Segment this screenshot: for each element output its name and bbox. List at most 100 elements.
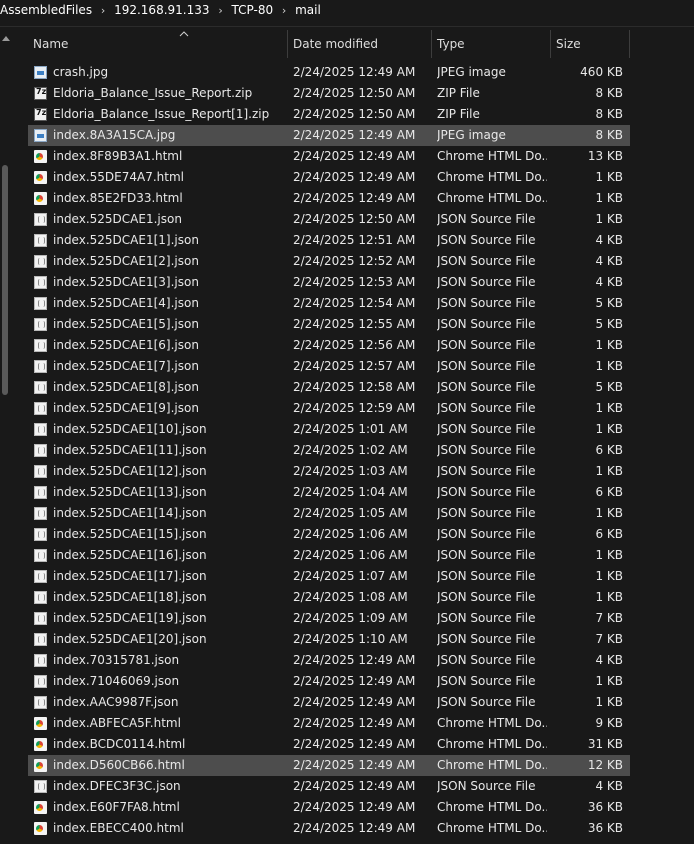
file-row[interactable]: index.525DCAE1[15].json 2/24/2025 1:06 AM… bbox=[28, 524, 630, 545]
file-type: JSON Source File bbox=[437, 506, 536, 520]
file-row[interactable]: index.525DCAE1[10].json 2/24/2025 1:01 AM… bbox=[28, 419, 630, 440]
file-type: JSON Source File bbox=[437, 443, 536, 457]
file-name: index.D560CB66.html bbox=[53, 758, 185, 772]
json-file-icon bbox=[34, 318, 47, 331]
file-type: Chrome HTML Do... bbox=[437, 758, 547, 772]
breadcrumb-item-ip[interactable]: 192.168.91.133 bbox=[114, 3, 209, 17]
json-file-icon bbox=[34, 486, 47, 499]
file-row[interactable]: index.525DCAE1[20].json 2/24/2025 1:10 AM… bbox=[28, 629, 630, 650]
column-header-name[interactable]: Name bbox=[28, 30, 288, 58]
file-row[interactable]: index.DFEC3F3C.json 2/24/2025 12:49 AM JSO… bbox=[28, 776, 630, 797]
file-row[interactable]: index.525DCAE1[17].json 2/24/2025 1:07 AM… bbox=[28, 566, 630, 587]
file-date-modified: 2/24/2025 12:49 AM bbox=[293, 128, 416, 142]
json-file-icon bbox=[34, 339, 47, 352]
file-name: index.525DCAE1[14].json bbox=[53, 506, 207, 520]
scroll-up-arrow-icon[interactable] bbox=[2, 36, 10, 41]
file-name: index.525DCAE1[11].json bbox=[53, 443, 207, 457]
breadcrumb-item-tcp80[interactable]: TCP-80 bbox=[232, 3, 274, 17]
column-header-size[interactable]: Size bbox=[551, 30, 630, 58]
file-row[interactable]: index.BCDC0114.html 2/24/2025 12:49 AM Chr… bbox=[28, 734, 630, 755]
file-name: index.525DCAE1.json bbox=[53, 212, 182, 226]
breadcrumb-chevron-icon[interactable]: › bbox=[92, 4, 114, 17]
file-row[interactable]: index.8F89B3A1.html 2/24/2025 12:49 AM Chr… bbox=[28, 146, 630, 167]
file-name: index.AAC9987F.json bbox=[53, 695, 179, 709]
file-date-modified: 2/24/2025 1:04 AM bbox=[293, 485, 408, 499]
file-date-modified: 2/24/2025 12:56 AM bbox=[293, 338, 416, 352]
file-name: index.525DCAE1[8].json bbox=[53, 380, 199, 394]
jpg-image-icon bbox=[34, 66, 47, 79]
file-row[interactable]: Eldoria_Balance_Issue_Report.zip 2/24/202… bbox=[28, 83, 630, 104]
file-size: 4 KB bbox=[595, 275, 623, 289]
file-row[interactable]: index.525DCAE1[13].json 2/24/2025 1:04 AM… bbox=[28, 482, 630, 503]
vertical-scrollbar[interactable] bbox=[0, 30, 12, 844]
file-row[interactable]: index.525DCAE1[4].json 2/24/2025 12:54 AM… bbox=[28, 293, 630, 314]
file-row[interactable]: index.525DCAE1[1].json 2/24/2025 12:51 AM… bbox=[28, 230, 630, 251]
file-row[interactable]: index.ABFECA5F.html 2/24/2025 12:49 AM Chr… bbox=[28, 713, 630, 734]
breadcrumb-item-mail[interactable]: mail bbox=[295, 3, 321, 17]
file-name: index.525DCAE1[1].json bbox=[53, 233, 199, 247]
file-type: JSON Source File bbox=[437, 632, 536, 646]
file-date-modified: 2/24/2025 12:49 AM bbox=[293, 191, 416, 205]
file-row[interactable]: index.70315781.json 2/24/2025 12:49 AM JSO… bbox=[28, 650, 630, 671]
file-row[interactable]: index.EBECC400.html 2/24/2025 12:49 AM Chr… bbox=[28, 818, 630, 839]
file-row[interactable]: index.D560CB66.html 2/24/2025 12:49 AM Chr… bbox=[28, 755, 630, 776]
file-row[interactable]: index.8A3A15CA.jpg 2/24/2025 12:49 AM JPEG… bbox=[28, 125, 630, 146]
file-type: JSON Source File bbox=[437, 338, 536, 352]
file-row[interactable]: index.525DCAE1[12].json 2/24/2025 1:03 AM… bbox=[28, 461, 630, 482]
breadcrumb-chevron-icon[interactable]: › bbox=[273, 4, 295, 17]
file-row[interactable]: index.525DCAE1[3].json 2/24/2025 12:53 AM… bbox=[28, 272, 630, 293]
file-name: index.525DCAE1[2].json bbox=[53, 254, 199, 268]
file-row[interactable]: index.55DE74A7.html 2/24/2025 12:49 AM Chr… bbox=[28, 167, 630, 188]
file-type: JSON Source File bbox=[437, 485, 536, 499]
chrome-html-icon bbox=[34, 801, 47, 814]
file-date-modified: 2/24/2025 12:54 AM bbox=[293, 296, 416, 310]
file-row[interactable]: index.71046069.json 2/24/2025 12:49 AM JSO… bbox=[28, 671, 630, 692]
file-row[interactable]: index.AAC9987F.json 2/24/2025 12:49 AM JSO… bbox=[28, 692, 630, 713]
file-row[interactable]: index.525DCAE1.json 2/24/2025 12:50 AM JSO… bbox=[28, 209, 630, 230]
file-row[interactable]: index.525DCAE1[18].json 2/24/2025 1:08 AM… bbox=[28, 587, 630, 608]
file-type: JPEG image bbox=[437, 65, 506, 79]
file-row[interactable]: index.525DCAE1[16].json 2/24/2025 1:06 AM… bbox=[28, 545, 630, 566]
file-type: JSON Source File bbox=[437, 422, 536, 436]
file-row[interactable]: index.525DCAE1[11].json 2/24/2025 1:02 AM… bbox=[28, 440, 630, 461]
file-row[interactable]: index.525DCAE1[9].json 2/24/2025 12:59 AM… bbox=[28, 398, 630, 419]
file-size: 1 KB bbox=[595, 695, 623, 709]
file-type: JSON Source File bbox=[437, 317, 536, 331]
file-type: JSON Source File bbox=[437, 674, 536, 688]
file-row[interactable]: crash.jpg 2/24/2025 12:49 AM JPEG image 460… bbox=[28, 62, 630, 83]
file-row[interactable]: index.525DCAE1[2].json 2/24/2025 12:52 AM… bbox=[28, 251, 630, 272]
file-name: index.525DCAE1[13].json bbox=[53, 485, 207, 499]
breadcrumb-item-assembledfiles[interactable]: AssembledFiles bbox=[0, 3, 92, 17]
file-type: JSON Source File bbox=[437, 380, 536, 394]
file-row[interactable]: index.525DCAE1[7].json 2/24/2025 12:57 AM… bbox=[28, 356, 630, 377]
scrollbar-thumb[interactable] bbox=[2, 165, 8, 395]
column-header-date[interactable]: Date modified bbox=[288, 30, 432, 58]
breadcrumb: AssembledFiles › 192.168.91.133 › TCP-80… bbox=[0, 0, 694, 20]
file-size: 8 KB bbox=[595, 86, 623, 100]
file-name: index.525DCAE1[19].json bbox=[53, 611, 207, 625]
file-size: 1 KB bbox=[595, 464, 623, 478]
file-type: JSON Source File bbox=[437, 548, 536, 562]
file-row[interactable]: index.525DCAE1[5].json 2/24/2025 12:55 AM… bbox=[28, 314, 630, 335]
file-row[interactable]: index.85E2FD33.html 2/24/2025 12:49 AM Chr… bbox=[28, 188, 630, 209]
file-name: index.525DCAE1[5].json bbox=[53, 317, 199, 331]
file-row[interactable]: index.525DCAE1[14].json 2/24/2025 1:05 AM… bbox=[28, 503, 630, 524]
chrome-html-icon bbox=[34, 822, 47, 835]
file-row[interactable]: index.525DCAE1[6].json 2/24/2025 12:56 AM… bbox=[28, 335, 630, 356]
file-row[interactable]: Eldoria_Balance_Issue_Report[1].zip 2/24/… bbox=[28, 104, 630, 125]
json-file-icon bbox=[34, 675, 47, 688]
file-row[interactable]: index.525DCAE1[8].json 2/24/2025 12:58 AM… bbox=[28, 377, 630, 398]
file-date-modified: 2/24/2025 1:03 AM bbox=[293, 464, 408, 478]
column-header-name-label: Name bbox=[33, 37, 69, 51]
breadcrumb-chevron-icon[interactable]: › bbox=[210, 4, 232, 17]
7zip-archive-icon bbox=[34, 87, 47, 100]
file-name: index.525DCAE1[16].json bbox=[53, 548, 207, 562]
file-type: JSON Source File bbox=[437, 779, 536, 793]
file-row[interactable]: index.525DCAE1[19].json 2/24/2025 1:09 AM… bbox=[28, 608, 630, 629]
column-header-date-label: Date modified bbox=[293, 37, 379, 51]
file-row[interactable]: index.E60F7FA8.html 2/24/2025 12:49 AM Chr… bbox=[28, 797, 630, 818]
file-size: 6 KB bbox=[595, 485, 623, 499]
file-date-modified: 2/24/2025 12:49 AM bbox=[293, 737, 416, 751]
file-type: JSON Source File bbox=[437, 254, 536, 268]
column-header-type[interactable]: Type bbox=[432, 30, 551, 58]
